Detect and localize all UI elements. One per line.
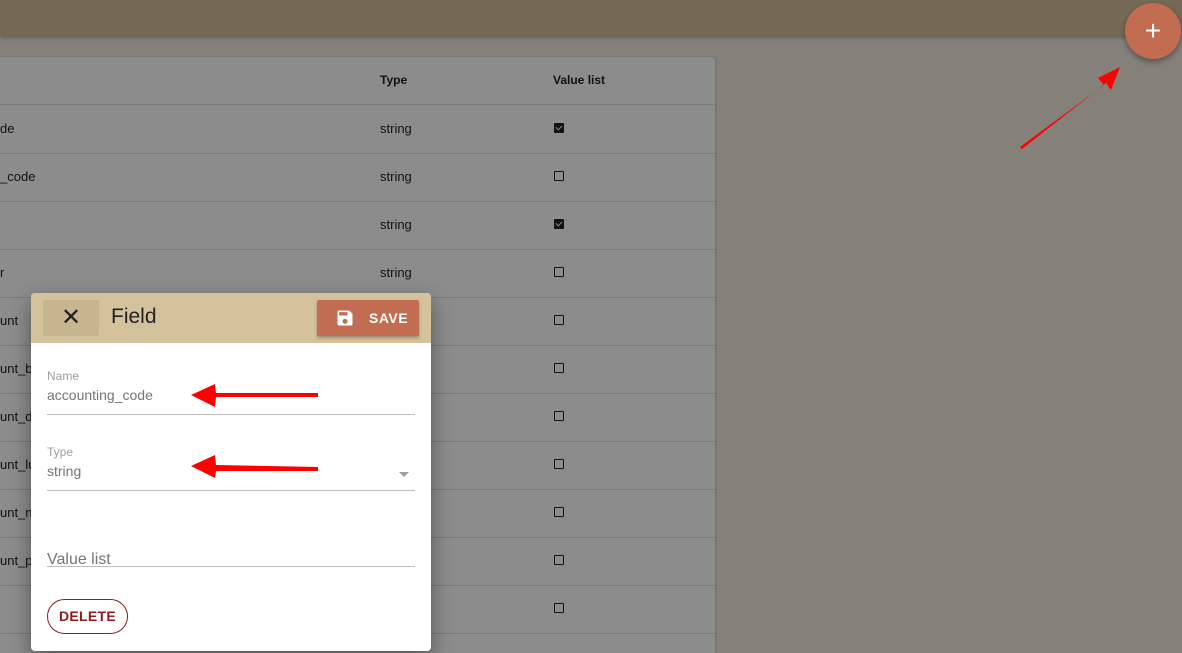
plus-icon: + <box>1144 15 1162 46</box>
type-select[interactable]: Type string <box>47 439 415 491</box>
save-button-label: SAVE <box>369 310 409 326</box>
name-field[interactable]: Name accounting_code <box>47 363 415 415</box>
delete-button[interactable]: DELETE <box>47 599 128 634</box>
type-select-label: Type <box>47 445 74 459</box>
close-button[interactable]: ✕ <box>43 300 99 336</box>
type-select-value: string <box>47 463 82 479</box>
value-list-field[interactable]: Value list <box>47 515 415 568</box>
value-list-placeholder: Value list <box>47 551 111 568</box>
add-field-button[interactable]: + <box>1125 3 1181 59</box>
dialog-header: ✕ Field SAVE <box>31 293 431 343</box>
dropdown-arrow-icon <box>399 472 409 477</box>
floppy-disk-icon <box>337 310 353 326</box>
field-dialog: ✕ Field SAVE Name accounting_code Type s… <box>31 293 431 651</box>
close-icon: ✕ <box>60 304 82 331</box>
name-field-label: Name <box>47 369 80 383</box>
name-field-value[interactable]: accounting_code <box>47 387 153 403</box>
save-button[interactable]: SAVE <box>317 300 419 336</box>
dialog-title: Field <box>111 305 157 328</box>
